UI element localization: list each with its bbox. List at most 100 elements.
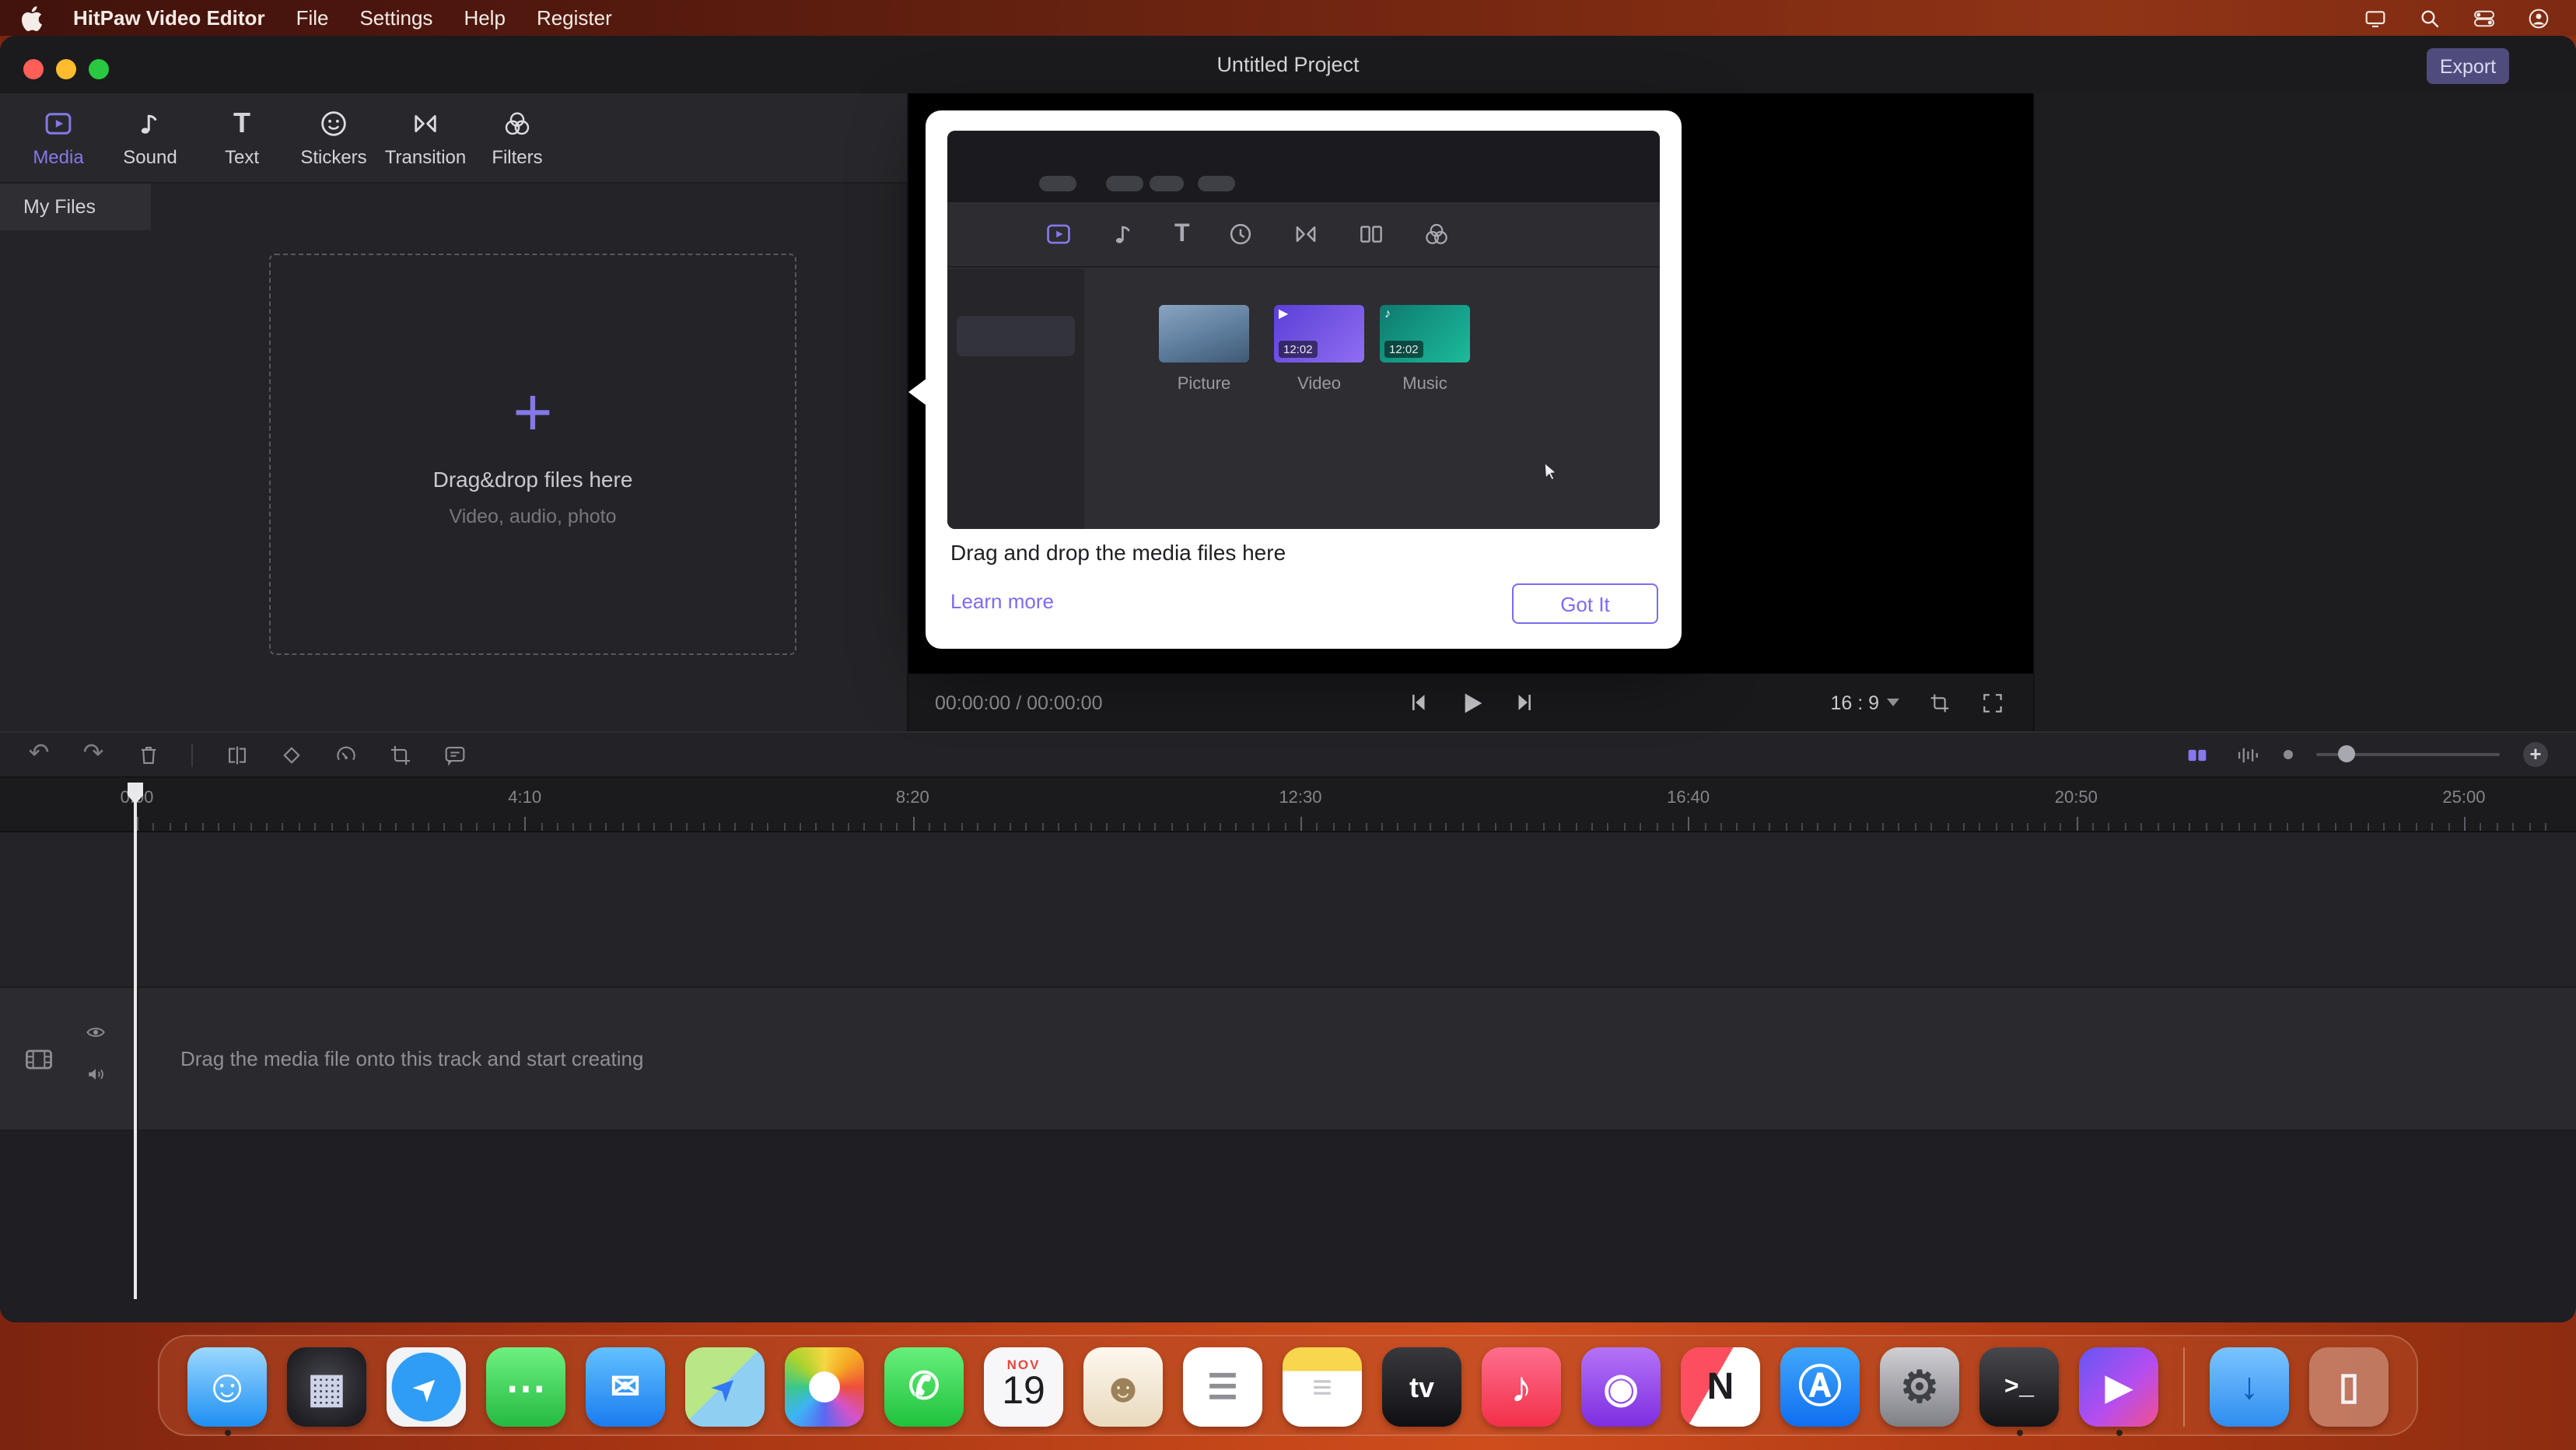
play-button[interactable] bbox=[1455, 687, 1486, 718]
redo-button[interactable]: ↷ bbox=[76, 737, 110, 772]
my-files-tab[interactable]: My Files bbox=[0, 184, 151, 230]
dock-icon-reminders[interactable]: ☰ bbox=[1183, 1347, 1262, 1434]
crop-preview-icon[interactable] bbox=[1927, 690, 1952, 715]
tab-stickers[interactable]: Stickers bbox=[288, 107, 380, 168]
split-icon bbox=[223, 741, 250, 768]
dock-icon-calendar[interactable]: NOV19 bbox=[984, 1347, 1063, 1434]
dock-icon-safari[interactable]: ➤ bbox=[387, 1347, 466, 1434]
dock-icon-music[interactable]: ♪ bbox=[1482, 1347, 1561, 1434]
ruler-tick bbox=[1672, 823, 1674, 831]
tab-media[interactable]: Media bbox=[12, 107, 104, 168]
mock-video-thumbnail: ▶ 12:02 bbox=[1274, 305, 1364, 362]
waveform-view-icon[interactable] bbox=[2234, 741, 2260, 768]
ruler-label: 4:10 bbox=[508, 789, 541, 807]
macos-menu-bar: HitPaw Video Editor File Settings Help R… bbox=[0, 0, 2576, 36]
got-it-button[interactable]: Got It bbox=[1512, 583, 1658, 624]
menu-app-name[interactable]: HitPaw Video Editor bbox=[73, 6, 265, 30]
ruler-tick bbox=[557, 823, 558, 831]
ruler-tick bbox=[363, 823, 365, 831]
export-button[interactable]: Export bbox=[2427, 48, 2509, 84]
ruler-tick bbox=[476, 823, 478, 831]
ruler-tick bbox=[912, 817, 914, 831]
toggle-visibility-eye-icon[interactable] bbox=[84, 1021, 107, 1044]
ruler-tick bbox=[1915, 823, 1916, 831]
dock-icon-contacts[interactable]: ☻ bbox=[1083, 1347, 1163, 1434]
ruler-tick bbox=[1704, 823, 1706, 831]
dock-icon-finder[interactable]: ☺ bbox=[187, 1347, 267, 1434]
speed-button[interactable] bbox=[328, 737, 362, 772]
learn-more-link[interactable]: Learn more bbox=[950, 590, 1054, 613]
menu-register[interactable]: Register bbox=[537, 6, 612, 30]
previous-frame-button[interactable] bbox=[1404, 689, 1430, 716]
dock-icon-podcasts[interactable]: ◉ bbox=[1581, 1347, 1661, 1434]
dock-icon-hitpaw-video-editor[interactable]: ▶ bbox=[2079, 1347, 2158, 1434]
dock: ☺▦➤⋯✉➤✆NOV19☻☰≡tv♪◉NⒶ⚙>_▶↓▯ bbox=[158, 1335, 2418, 1436]
dock-icon-news[interactable]: N bbox=[1681, 1347, 1760, 1434]
spotlight-search-icon[interactable] bbox=[2417, 5, 2442, 30]
ruler-tick bbox=[1058, 823, 1059, 831]
add-files-icon[interactable]: + bbox=[513, 382, 552, 444]
dock-icon-system-settings[interactable]: ⚙ bbox=[1880, 1347, 1959, 1434]
video-track[interactable]: Drag the media file onto this track and … bbox=[0, 986, 2576, 1131]
toolbar-right-group: + bbox=[2184, 741, 2576, 768]
aspect-ratio-dropdown[interactable]: 16 : 9 bbox=[1830, 692, 1899, 713]
ruler-tick bbox=[1139, 823, 1140, 831]
user-account-icon[interactable] bbox=[2526, 5, 2551, 30]
media-dropzone[interactable]: + Drag&drop files here Video, audio, pho… bbox=[269, 254, 796, 655]
dock-icon-facetime[interactable]: ✆ bbox=[884, 1347, 964, 1434]
track-header bbox=[0, 988, 138, 1130]
menu-settings[interactable]: Settings bbox=[359, 6, 432, 30]
storyboard-view-icon[interactable] bbox=[2184, 741, 2210, 768]
control-center-icon[interactable] bbox=[2472, 5, 2497, 30]
ruler-tick bbox=[1349, 823, 1350, 831]
keyframe-button[interactable] bbox=[274, 737, 308, 772]
apple-logo-icon[interactable] bbox=[22, 5, 42, 30]
dock-icon-messages[interactable]: ⋯ bbox=[486, 1347, 565, 1434]
timeline-lower-area[interactable] bbox=[0, 1131, 2576, 1322]
ruler-tick bbox=[1527, 823, 1528, 831]
dock-icon-downloads[interactable]: ↓ bbox=[2210, 1347, 2289, 1434]
dock-icon-terminal[interactable]: >_ bbox=[1979, 1347, 2059, 1434]
ruler-tick bbox=[2270, 823, 2272, 831]
ruler-tick bbox=[1753, 823, 1755, 831]
dock-icon-launchpad[interactable]: ▦ bbox=[287, 1347, 366, 1434]
delete-button[interactable] bbox=[131, 737, 165, 772]
subtitle-button[interactable] bbox=[437, 737, 471, 772]
dock-divider bbox=[2183, 1347, 2185, 1427]
transport-controls bbox=[1404, 687, 1538, 718]
menu-file[interactable]: File bbox=[296, 6, 329, 30]
toggle-mute-speaker-icon[interactable] bbox=[84, 1063, 107, 1086]
split-button[interactable] bbox=[219, 737, 254, 772]
dock-icon-photos[interactable] bbox=[785, 1347, 864, 1434]
zoom-in-icon[interactable]: + bbox=[2523, 742, 2548, 767]
ruler-tick bbox=[831, 823, 833, 831]
timeline-ruler[interactable]: 0:004:108:2012:3016:4020:5025:00 bbox=[0, 778, 2576, 831]
playhead[interactable] bbox=[134, 783, 137, 1299]
timeline-zoom-slider[interactable] bbox=[2316, 744, 2500, 765]
tab-sound[interactable]: Sound bbox=[104, 107, 196, 168]
dock-icon-notes[interactable]: ≡ bbox=[1283, 1347, 1362, 1434]
tab-text[interactable]: T Text bbox=[196, 107, 288, 168]
dock-icon-apple-tv[interactable]: tv bbox=[1382, 1347, 1461, 1434]
dock-icon-trash[interactable]: ▯ bbox=[2309, 1347, 2389, 1434]
running-indicator bbox=[2016, 1430, 2022, 1436]
next-frame-button[interactable] bbox=[1511, 689, 1538, 716]
ruler-tick bbox=[492, 823, 494, 831]
ruler-tick bbox=[2238, 823, 2239, 831]
undo-button[interactable]: ↶ bbox=[22, 737, 56, 772]
fullscreen-icon[interactable] bbox=[1980, 690, 2005, 715]
dock-icon-app-store[interactable]: Ⓐ bbox=[1780, 1347, 1860, 1434]
ruler-tick bbox=[2140, 823, 2142, 831]
display-icon[interactable] bbox=[2363, 5, 2388, 30]
zoom-knob[interactable] bbox=[2338, 745, 2355, 762]
zoom-out-icon[interactable] bbox=[2284, 750, 2293, 759]
tooltip-arrow bbox=[908, 378, 927, 406]
menu-help[interactable]: Help bbox=[464, 6, 506, 30]
dock-icon-mail[interactable]: ✉ bbox=[586, 1347, 665, 1434]
crop-button[interactable] bbox=[383, 737, 417, 772]
tab-filters[interactable]: Filters bbox=[471, 107, 563, 168]
dock-icon-maps[interactable]: ➤ bbox=[685, 1347, 765, 1434]
tab-transition[interactable]: Transition bbox=[380, 107, 471, 168]
ruler-tick bbox=[1462, 823, 1464, 831]
timeline-upper-area[interactable] bbox=[0, 831, 2576, 986]
